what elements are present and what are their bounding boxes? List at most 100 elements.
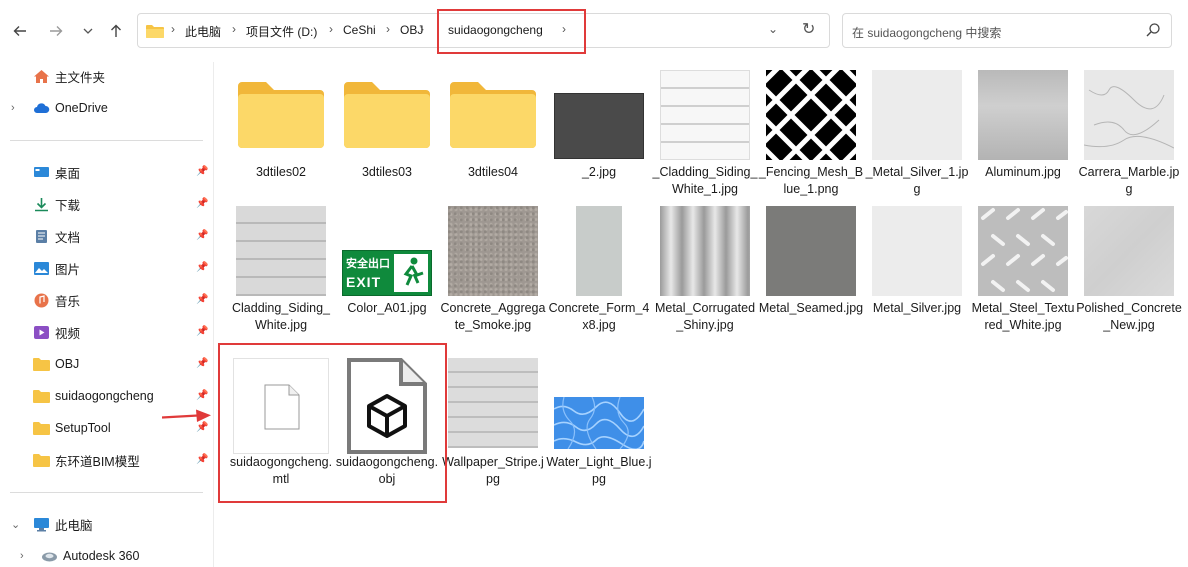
sidebar-item-desktop[interactable]: 桌面 📌	[0, 160, 212, 184]
file-item[interactable]: 安全出口 EXIT Color_A01.jpg	[334, 202, 440, 342]
pin-icon[interactable]: 📌	[196, 198, 208, 210]
sidebar-item-pictures[interactable]: 图片 📌	[0, 256, 212, 280]
sidebar-divider	[10, 492, 203, 493]
pin-icon[interactable]: 📌	[196, 230, 208, 242]
crumb-this-pc[interactable]: 此电脑	[185, 23, 221, 40]
chevron-right-icon[interactable]: ›	[20, 550, 24, 562]
refresh-icon[interactable]: ↻	[802, 19, 815, 39]
file-name: Cladding_Siding_White.jpg	[232, 301, 330, 332]
sidebar-divider	[10, 140, 203, 141]
file-item[interactable]: Aluminum.jpg	[970, 66, 1076, 206]
pin-icon[interactable]: 📌	[196, 166, 208, 178]
image-thumbnail	[554, 93, 644, 159]
search-icon[interactable]	[1145, 22, 1161, 38]
autodesk-icon	[42, 552, 57, 561]
crumb-separator: ›	[420, 22, 424, 36]
file-item[interactable]: 3dtiles03	[334, 66, 440, 186]
file-name: Carrera_Marble.jpg	[1078, 165, 1180, 196]
up-button[interactable]	[104, 19, 128, 43]
file-name: Metal_Silver.jpg	[872, 301, 962, 315]
sidebar-item-music[interactable]: 音乐 📌	[0, 288, 212, 312]
running-man-icon	[394, 254, 428, 292]
file-name: Metal_Seamed.jpg	[758, 301, 864, 315]
desktop-icon	[34, 166, 49, 177]
pin-icon[interactable]: 📌	[196, 262, 208, 274]
file-item[interactable]: Metal_Silver.jpg	[864, 202, 970, 342]
image-thumbnail	[978, 70, 1068, 160]
file-item[interactable]: Metal_Steel_Textured_White.jpg	[970, 202, 1076, 342]
pin-icon[interactable]: 📌	[196, 390, 208, 402]
sidebar-item-downloads[interactable]: 下载 📌	[0, 192, 212, 216]
sidebar-item-label: 图片	[55, 262, 81, 277]
image-thumbnail	[872, 70, 962, 160]
folder-icon	[238, 82, 324, 148]
crumb-ceshi[interactable]: CeShi	[343, 23, 376, 37]
back-button[interactable]	[8, 19, 32, 43]
folder-icon	[450, 82, 536, 148]
image-thumbnail: 安全出口 EXIT	[342, 250, 432, 296]
image-thumbnail	[448, 358, 538, 448]
chevron-down-icon	[83, 28, 93, 34]
sidebar-item-obj[interactable]: OBJ 📌	[0, 352, 212, 376]
folder-icon	[33, 421, 50, 435]
search-input[interactable]: 在 suidaogongcheng 中搜索	[842, 13, 1172, 48]
sidebar-item-label: suidaogongcheng	[55, 389, 154, 403]
sidebar-item-suidaogongcheng[interactable]: suidaogongcheng 📌	[0, 384, 212, 408]
chevron-down-icon[interactable]: ⌄	[11, 518, 20, 531]
file-item[interactable]: _Metal_Silver_1.jpg	[864, 66, 970, 206]
file-name: Color_A01.jpg	[347, 301, 427, 315]
folder-icon	[146, 25, 164, 38]
sidebar-item-videos[interactable]: 视频 📌	[0, 320, 212, 344]
sidebar-item-autodesk-360[interactable]: › Autodesk 360	[0, 544, 212, 567]
sidebar-item-label: 视频	[55, 326, 81, 341]
recent-locations-button[interactable]	[76, 19, 100, 43]
computer-icon	[34, 517, 49, 531]
pictures-icon	[34, 261, 49, 275]
arrow-left-icon	[13, 26, 26, 36]
crumb-drive-d[interactable]: 项目文件 (D:)	[246, 23, 317, 40]
sidebar-item-this-pc[interactable]: ⌄ 此电脑	[0, 512, 212, 536]
image-thumbnail	[1084, 70, 1174, 160]
file-item[interactable]: Concrete_Aggregate_Smoke.jpg	[440, 202, 546, 352]
pin-icon[interactable]: 📌	[196, 326, 208, 338]
address-history-dropdown[interactable]: ⌄	[768, 22, 778, 36]
sidebar-item-label: OneDrive	[55, 101, 108, 115]
pin-icon[interactable]: 📌	[196, 294, 208, 306]
file-name: _2.jpg	[581, 165, 617, 179]
file-item[interactable]: _Cladding_Siding_White_1.jpg	[652, 66, 758, 206]
image-thumbnail	[576, 206, 622, 296]
file-item[interactable]: Water_Light_Blue.jpg	[546, 355, 652, 495]
cloud-icon	[34, 102, 50, 113]
file-name: _Fencing_Mesh_Blue_1.png	[758, 165, 864, 196]
folder-icon	[33, 453, 50, 467]
crumb-separator: ›	[329, 22, 333, 36]
sidebar-item-home[interactable]: 主文件夹	[0, 64, 212, 88]
search-placeholder: 在 suidaogongcheng 中搜索	[852, 26, 1002, 40]
file-item[interactable]: 3dtiles02	[228, 66, 334, 186]
image-thumbnail	[1084, 206, 1174, 296]
file-item[interactable]: _2.jpg	[546, 66, 652, 186]
sidebar-item-bim-model[interactable]: 东环道BIM模型 📌	[0, 448, 212, 472]
file-name: Polished_Concrete_New.jpg	[1076, 301, 1182, 332]
file-item[interactable]: Polished_Concrete_New.jpg	[1076, 202, 1182, 342]
chevron-right-icon[interactable]: ›	[11, 102, 15, 114]
file-item[interactable]: Wallpaper_Stripe.jpg	[440, 355, 546, 495]
file-item[interactable]: Carrera_Marble.jpg	[1076, 66, 1182, 206]
folder-icon	[344, 82, 430, 148]
file-item[interactable]: Cladding_Siding_White.jpg	[228, 202, 334, 342]
sidebar-item-onedrive[interactable]: › OneDrive	[0, 96, 212, 120]
file-item[interactable]: _Fencing_Mesh_Blue_1.png	[758, 66, 864, 206]
sidebar-item-label: 东环道BIM模型	[55, 454, 140, 469]
music-icon	[34, 293, 49, 307]
file-item[interactable]: Metal_Seamed.jpg	[758, 202, 864, 342]
exit-sign-cn: 安全出口	[346, 258, 390, 270]
pin-icon[interactable]: 📌	[196, 358, 208, 370]
file-item[interactable]: Metal_Corrugated_Shiny.jpg	[652, 202, 758, 342]
file-item[interactable]: 3dtiles04	[440, 66, 546, 186]
pin-icon[interactable]: 📌	[196, 454, 208, 466]
navigation-bar: › 此电脑 › 项目文件 (D:) › CeShi › OBJ › suidao…	[0, 0, 1188, 62]
file-item[interactable]: Concrete_Form_4x8.jpg	[546, 202, 652, 342]
file-name: 3dtiles03	[361, 165, 413, 179]
forward-button[interactable]	[44, 19, 68, 43]
sidebar-item-documents[interactable]: 文档 📌	[0, 224, 212, 248]
